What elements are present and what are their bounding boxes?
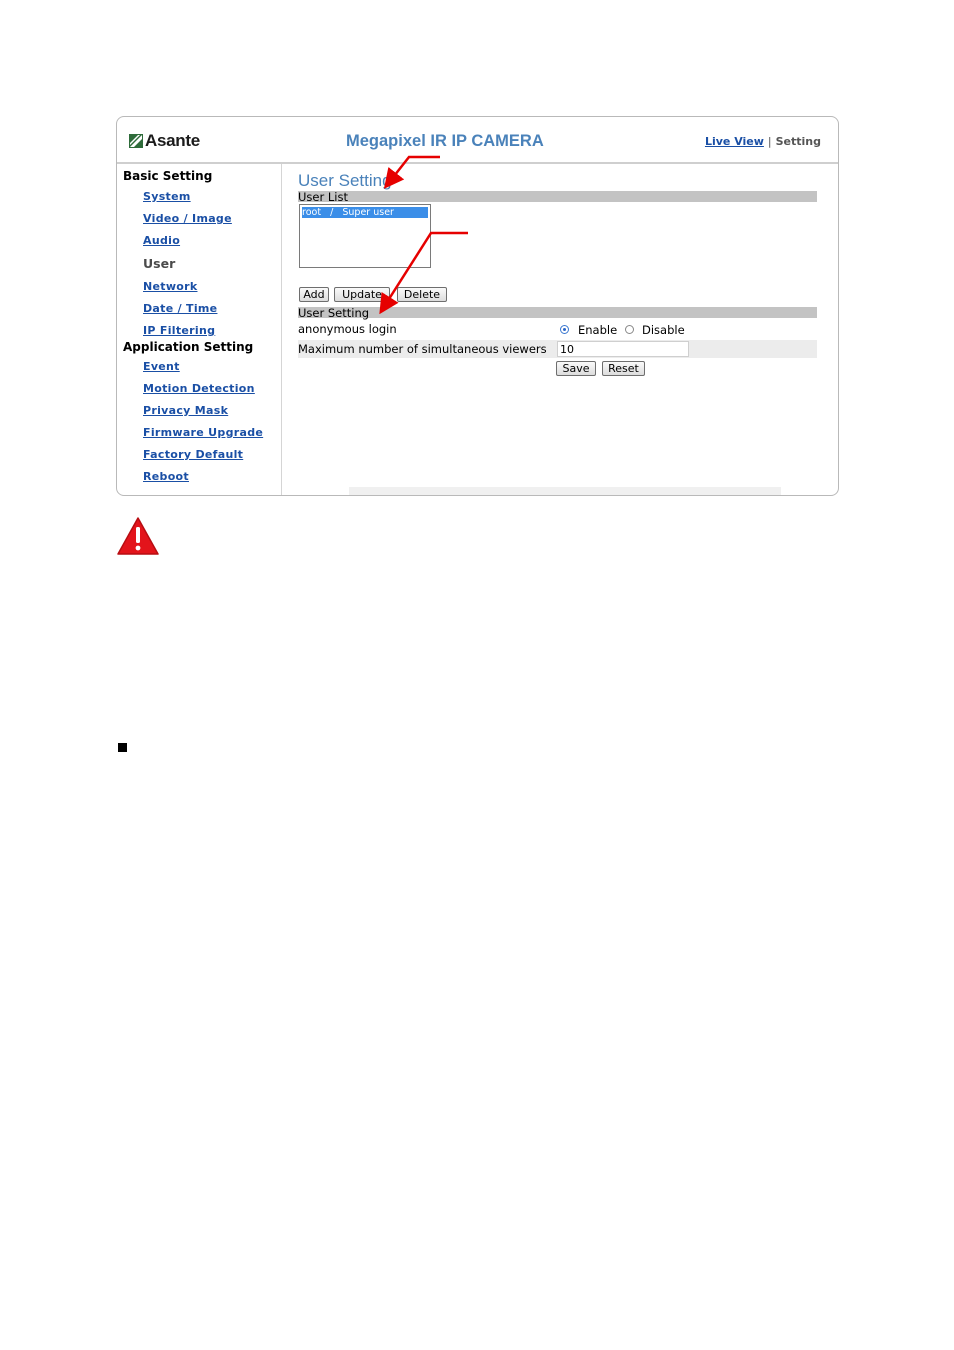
annotation-arrow-user-setting <box>379 231 468 315</box>
horizontal-scrollbar[interactable] <box>349 487 781 495</box>
warning-triangle-icon <box>117 517 159 555</box>
sidebar-item-privacy-mask[interactable]: Privacy Mask <box>143 404 228 417</box>
annotation-arrows <box>379 155 468 315</box>
annotation-arrow-title <box>383 155 440 189</box>
sidebar-item-reboot[interactable]: Reboot <box>143 470 189 483</box>
square-bullet-icon <box>118 743 127 752</box>
sidebar-item-factory-default[interactable]: Factory Default <box>143 448 243 461</box>
sidebar-item-firmware-upgrade[interactable]: Firmware Upgrade <box>143 426 263 439</box>
